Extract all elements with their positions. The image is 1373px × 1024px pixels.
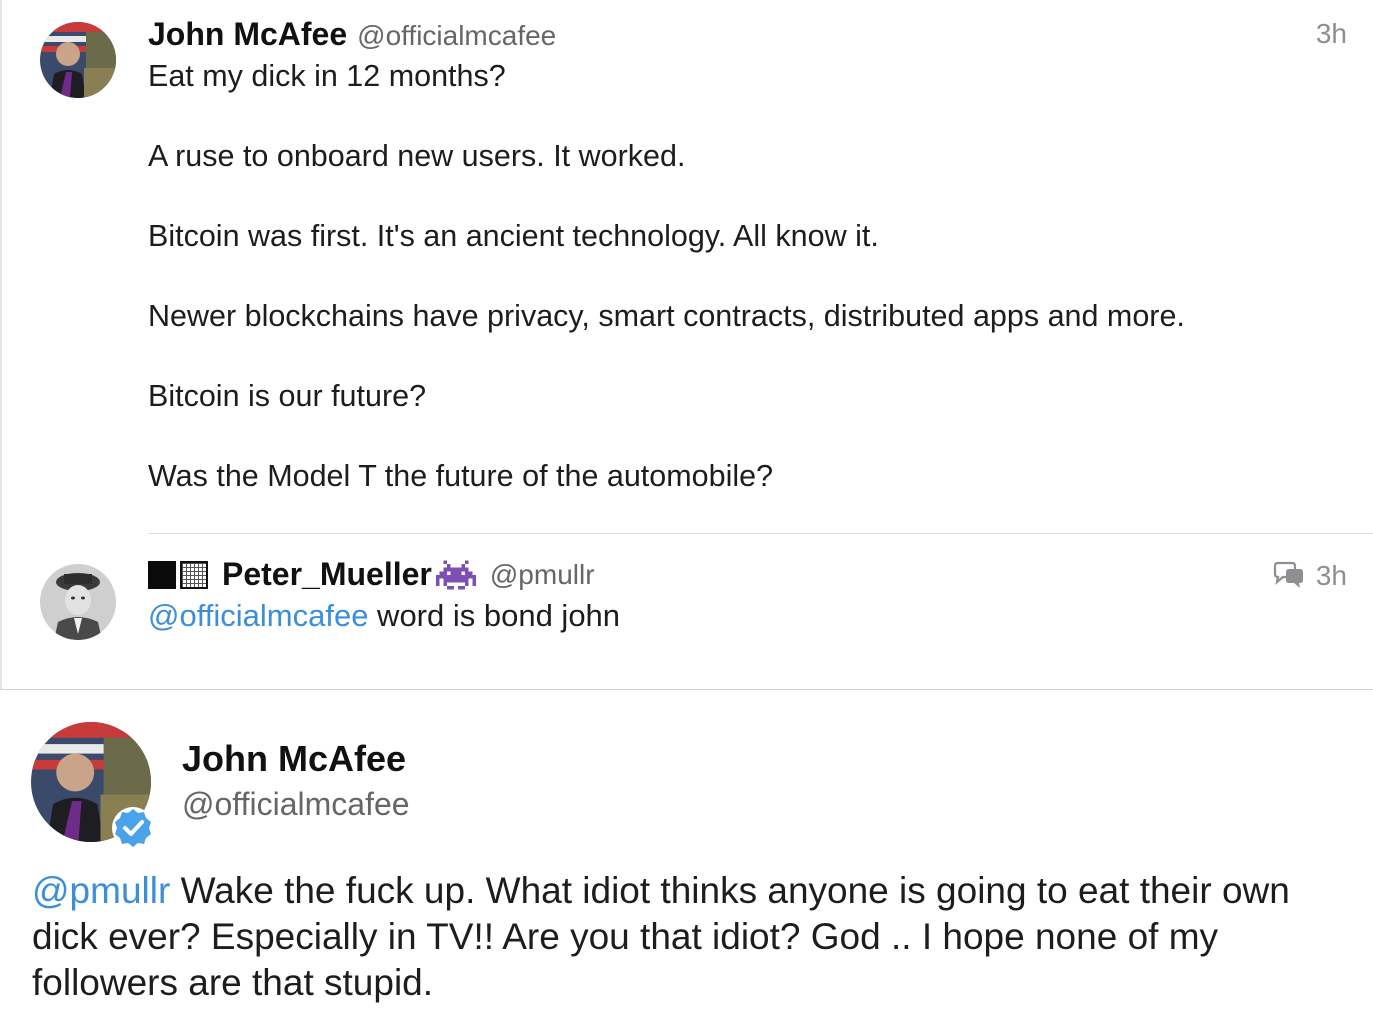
divider bbox=[148, 533, 1373, 534]
tweet-text-body: word is bond john bbox=[368, 598, 621, 633]
author-avatar[interactable] bbox=[40, 564, 116, 640]
alien-monster-icon bbox=[435, 559, 476, 590]
tweet-text: @officialmcafee word is bond john bbox=[148, 598, 620, 634]
tweet-item[interactable]: John McAfee @officialmcafee 3h Eat my di… bbox=[0, 0, 1373, 535]
black-square-icon bbox=[148, 560, 176, 589]
display-name[interactable]: John McAfee bbox=[148, 16, 347, 53]
timestamp: 3h bbox=[1315, 560, 1347, 591]
focused-tweet: John McAfee @officialmcafee @pmullr Wake… bbox=[0, 690, 1373, 1024]
tweet-item[interactable]: Peter_Mueller @pmullr 3h @officialmcafee… bbox=[0, 536, 1373, 690]
author-avatar-large[interactable] bbox=[31, 722, 154, 849]
mention-link[interactable]: @pmullr bbox=[32, 870, 170, 911]
grid-square-icon bbox=[180, 560, 208, 589]
user-handle[interactable]: @officialmcafee bbox=[182, 786, 410, 823]
user-handle[interactable]: @officialmcafee bbox=[357, 20, 556, 52]
timestamp: 3h bbox=[1315, 18, 1347, 49]
verified-badge-icon bbox=[111, 806, 155, 850]
author-row: John McAfee @officialmcafee bbox=[148, 16, 556, 53]
tweet-text: Eat my dick in 12 months? A ruse to onbo… bbox=[148, 59, 1185, 493]
mention-link[interactable]: @officialmcafee bbox=[148, 598, 368, 633]
display-name[interactable]: John McAfee bbox=[182, 738, 406, 780]
author-row: Peter_Mueller @pmullr bbox=[148, 556, 595, 593]
user-handle[interactable]: @pmullr bbox=[490, 559, 595, 591]
conversation-icon[interactable] bbox=[1272, 561, 1306, 591]
tweet-text-body: Wake the fuck up. What idiot thinks anyo… bbox=[32, 870, 1290, 1003]
author-avatar[interactable] bbox=[40, 22, 116, 98]
display-name[interactable]: Peter_Mueller bbox=[222, 556, 432, 593]
timestamp-row: 3h bbox=[1272, 560, 1347, 592]
tweet-text: @pmullr Wake the fuck up. What idiot thi… bbox=[32, 868, 1352, 1006]
